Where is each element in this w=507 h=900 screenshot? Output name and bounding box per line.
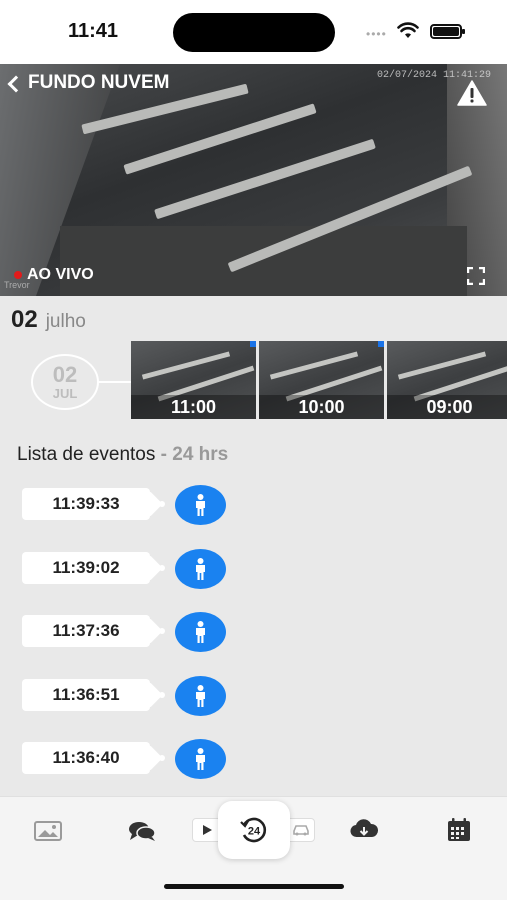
timeline-date-month: JUL	[52, 385, 78, 401]
fullscreen-icon[interactable]	[467, 267, 485, 285]
tab-cloud-download[interactable]	[344, 816, 384, 844]
event-time[interactable]: 11:36:40	[22, 742, 150, 774]
date-header: 02 julho	[11, 306, 86, 334]
status-bar: 11:41 ••••	[0, 0, 507, 64]
battery-icon	[430, 24, 465, 39]
person-icon	[196, 557, 205, 580]
live-dot-icon	[14, 271, 22, 279]
timeline-date-day: 02	[52, 361, 78, 387]
timeline-date-button[interactable]: 02 JUL	[31, 354, 99, 410]
back-button[interactable]: FUNDO NUVEM	[7, 72, 170, 94]
recording-thumbnails: 11:00 10:00 09:00	[131, 341, 507, 419]
person-event-button[interactable]	[175, 739, 226, 779]
event-time[interactable]: 11:37:36	[22, 615, 150, 647]
person-event-button[interactable]	[175, 485, 226, 525]
svg-text:24: 24	[248, 826, 261, 838]
thumbnail-time: 09:00	[387, 395, 507, 419]
person-icon	[196, 748, 205, 770]
tab-vehicle[interactable]	[287, 818, 315, 842]
24h-icon: 24	[240, 817, 267, 843]
live-video[interactable]: FUNDO NUVEM 02/07/2024 11:41:29 AO VIVO …	[0, 64, 507, 296]
events-title: Lista de eventos - 24 hrs	[17, 444, 228, 466]
person-icon	[196, 494, 205, 516]
chat-icon	[129, 822, 156, 841]
person-icon	[196, 684, 205, 707]
warning-icon[interactable]	[457, 80, 487, 106]
chevron-left-icon	[7, 75, 25, 92]
date-day: 02	[11, 306, 38, 333]
camera-brand: Trevor	[4, 280, 30, 290]
recording-thumbnail[interactable]: 10:00	[259, 341, 384, 419]
person-event-button[interactable]	[175, 548, 226, 589]
person-icon	[196, 621, 205, 643]
wifi-icon	[397, 22, 419, 38]
event-time[interactable]: 11:36:51	[22, 678, 150, 711]
cloud-download-icon	[350, 819, 379, 838]
event-time[interactable]: 11:39:02	[22, 551, 150, 584]
play-icon	[203, 825, 212, 835]
car-icon	[293, 825, 309, 836]
tab-calendar[interactable]	[439, 816, 479, 844]
tab-gallery[interactable]	[28, 817, 68, 845]
event-time[interactable]: 11:39:33	[22, 488, 150, 520]
person-event-button[interactable]	[175, 675, 226, 716]
dynamic-island	[173, 13, 335, 52]
events-title-text: Lista de eventos	[17, 444, 156, 465]
home-indicator	[164, 884, 344, 889]
camera-title: FUNDO NUVEM	[28, 72, 170, 93]
calendar-icon	[448, 818, 470, 841]
thumbnail-time: 11:00	[131, 395, 256, 419]
tab-24h[interactable]: 24	[218, 801, 290, 859]
cellular-signal-icon: ••••	[366, 27, 387, 41]
person-event-button[interactable]	[175, 612, 226, 652]
events-range: - 24 hrs	[160, 444, 229, 465]
date-month: julho	[45, 311, 86, 332]
image-icon	[34, 821, 62, 841]
recording-thumbnail[interactable]: 11:00	[131, 341, 256, 419]
thumbnail-time: 10:00	[259, 395, 384, 419]
tab-chat[interactable]	[122, 817, 162, 845]
status-time: 11:41	[68, 20, 119, 42]
recording-thumbnail[interactable]: 09:00	[387, 341, 507, 419]
live-label: AO VIVO	[27, 266, 94, 283]
